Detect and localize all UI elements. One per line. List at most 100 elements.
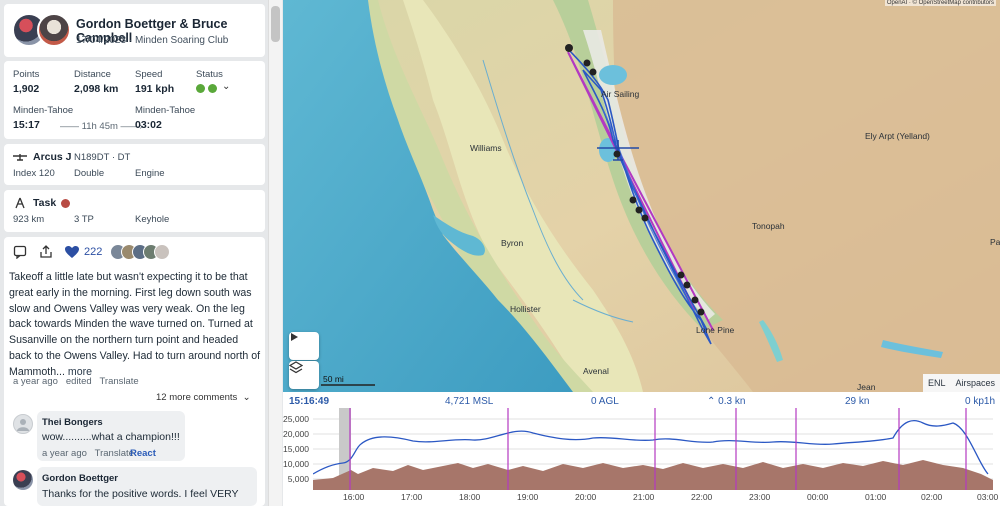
- comment-translate-link[interactable]: Translate: [95, 448, 134, 459]
- like-count[interactable]: 222: [84, 246, 102, 258]
- cursor-ld: 0 kp1h: [965, 396, 996, 407]
- x-tick: 02:00: [921, 492, 943, 502]
- x-tick: 16:00: [343, 492, 365, 502]
- place-label: Avenal: [583, 366, 609, 376]
- comment-icon[interactable]: [13, 245, 27, 259]
- y-tick: 15,000: [283, 444, 309, 454]
- glider-model: Arcus J: [33, 151, 72, 163]
- story-meta: a year ago edited Translate: [13, 376, 139, 387]
- glider-icon: [13, 154, 27, 161]
- cursor-altitude: 4,721 MSL: [445, 396, 494, 407]
- scrollbar-thumb[interactable]: [271, 6, 280, 42]
- distance-value: 2,098 km: [74, 83, 119, 95]
- layers-button[interactable]: [289, 361, 319, 389]
- speed-value: 191 kph: [135, 83, 175, 95]
- y-tick: 25,000: [283, 414, 309, 424]
- translate-link[interactable]: Translate: [99, 376, 138, 387]
- glider-engine: Engine: [135, 168, 165, 179]
- play-icon: [291, 333, 298, 341]
- map-canvas[interactable]: [283, 0, 1000, 392]
- flight-date: 17/04/2023: [76, 35, 127, 46]
- x-tick: 17:00: [401, 492, 423, 502]
- map-view[interactable]: Air Sailing Williams Ely Arpt (Yelland) …: [283, 0, 1000, 392]
- pyramid-lake: [599, 65, 627, 85]
- comment-author[interactable]: Thei Bongers: [42, 417, 103, 428]
- commenter-avatar[interactable]: [13, 414, 33, 434]
- avatar: [154, 244, 170, 260]
- layers-icon: [289, 361, 303, 374]
- task-type: Keyhole: [135, 214, 170, 225]
- cursor-vario: ⌃ 0.3 kn: [707, 396, 746, 407]
- more-comments-button[interactable]: 12 more comments ⌄: [156, 392, 251, 403]
- flight-header-card: Gordon Boettger & Bruce Campbell 17/04/2…: [4, 4, 265, 57]
- compass-icon: [15, 197, 25, 209]
- glider-registration: N189DT · DT: [74, 152, 131, 163]
- barogram-panel[interactable]: 15:16:49 4,721 MSL 0 AGL ⌃ 0.3 kn 29 kn …: [283, 392, 1000, 506]
- comment-author[interactable]: Gordon Boettger: [42, 473, 118, 484]
- y-tick: 10,000: [283, 459, 309, 469]
- play-button[interactable]: [289, 332, 319, 360]
- share-icon[interactable]: [39, 244, 53, 259]
- place-label: Lone Pine: [696, 325, 735, 335]
- place-label: Pa: [990, 237, 1000, 247]
- commenter-avatar[interactable]: [13, 470, 33, 490]
- tab-airspaces[interactable]: Airspaces: [950, 374, 1000, 392]
- copilot-avatar[interactable]: [37, 13, 71, 47]
- comment-text: wow..........what a champion!!!: [42, 431, 180, 443]
- status-dot-1: [196, 84, 205, 93]
- x-tick: 19:00: [517, 492, 539, 502]
- cursor-time: 15:16:49: [289, 396, 330, 407]
- scale-label: 50 mi: [323, 374, 344, 384]
- task-status-dot: [61, 199, 70, 208]
- speed-label: Speed: [135, 69, 163, 80]
- flight-stats-card: Points 1,902 Distance 2,098 km Speed 191…: [4, 61, 265, 139]
- x-tick: 00:00: [807, 492, 829, 502]
- y-tick: 5,000: [287, 474, 309, 484]
- place-label: Jean: [857, 382, 876, 392]
- comment-time: a year ago: [42, 448, 87, 459]
- glider-card[interactable]: Arcus J N189DT · DT Index 120 Double Eng…: [4, 144, 265, 185]
- y-tick: 20,000: [283, 429, 309, 439]
- place-label: Hollister: [510, 304, 541, 314]
- place-label: Tonopah: [752, 221, 785, 231]
- flight-sidebar: Gordon Boettger & Bruce Campbell 17/04/2…: [0, 0, 283, 506]
- points-value: 1,902: [13, 83, 40, 95]
- tab-enl[interactable]: ENL: [923, 374, 951, 392]
- story-text: Takeoff a little late but wasn't expecti…: [9, 271, 261, 378]
- glider-seats: Double: [74, 168, 105, 179]
- map-attribution[interactable]: OpenAI · © OpenStreetMap contributors: [884, 0, 996, 6]
- points-label: Points: [13, 69, 40, 80]
- landing-time: 03:02: [135, 119, 162, 131]
- flight-story: Takeoff a little late but wasn't expecti…: [9, 270, 261, 381]
- react-link[interactable]: React: [130, 448, 156, 459]
- posted-time: a year ago: [13, 376, 58, 387]
- task-turnpoints: 3 TP: [74, 214, 94, 225]
- flight-duration: —— 11h 45m ——›: [60, 121, 143, 132]
- sidebar-scrollbar[interactable]: [268, 0, 282, 506]
- distance-label: Distance: [74, 69, 111, 80]
- x-tick: 20:00: [575, 492, 597, 502]
- heart-icon[interactable]: [64, 245, 80, 259]
- x-tick: 21:00: [633, 492, 655, 502]
- edited-label: edited: [65, 376, 92, 387]
- glider-index: Index 120: [13, 168, 55, 179]
- barogram-chart[interactable]: [313, 408, 993, 490]
- x-tick: 22:00: [691, 492, 713, 502]
- takeoff-time: 15:17: [13, 119, 40, 131]
- place-label: Ely Arpt (Yelland): [865, 131, 930, 141]
- status-dot-2: [208, 84, 217, 93]
- club-name[interactable]: Minden Soaring Club: [135, 35, 228, 46]
- likers-avatars[interactable]: [110, 244, 170, 260]
- layer-tabs: ENL Airspaces: [922, 374, 1000, 392]
- place-label: Byron: [501, 238, 524, 248]
- task-card[interactable]: Task 923 km 3 TP Keyhole: [4, 190, 265, 232]
- status-label: Status: [196, 69, 223, 80]
- x-tick: 23:00: [749, 492, 771, 502]
- x-tick: 01:00: [865, 492, 887, 502]
- x-tick: 03:00: [977, 492, 999, 502]
- task-label: Task: [33, 197, 57, 209]
- chevron-down-icon[interactable]: ⌄: [222, 81, 230, 92]
- user-icon: [17, 419, 29, 431]
- cursor-agl: 0 AGL: [591, 396, 619, 407]
- x-tick: 18:00: [459, 492, 481, 502]
